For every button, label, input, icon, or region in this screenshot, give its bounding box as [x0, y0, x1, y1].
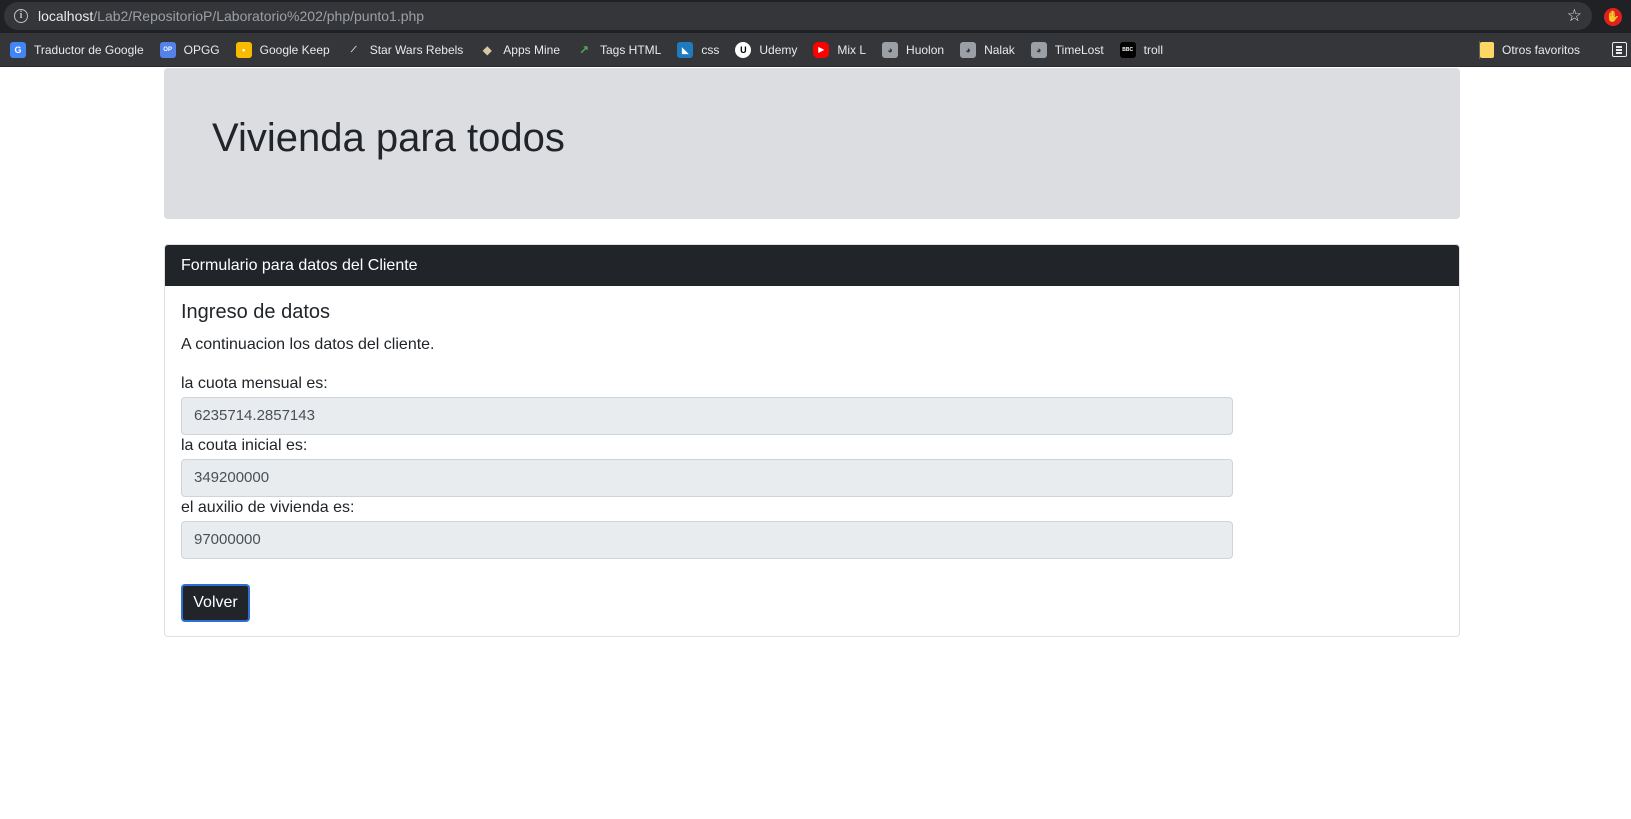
folder-icon — [1480, 41, 1494, 58]
site-info-icon[interactable]: i — [14, 9, 28, 23]
bookmark-label: OPGG — [183, 42, 220, 57]
cat-icon: ◕ — [960, 41, 977, 58]
css-icon: ◣ — [677, 41, 694, 58]
omnibox[interactable]: i localhost/Lab2/RepositorioP/Laboratori… — [4, 2, 1592, 30]
bookmark-label: Apps Mine — [503, 42, 560, 57]
google-translate-icon: G — [10, 41, 26, 58]
opgg-icon: OP — [159, 41, 176, 58]
bookmark-udemy[interactable]: U Udemy — [735, 41, 798, 58]
page-title: Vivienda para todos — [212, 116, 565, 160]
cat-icon: ◕ — [882, 41, 899, 58]
bookmark-label: Huolon — [906, 42, 945, 57]
housing-subsidy-field[interactable]: 97000000 — [181, 521, 1233, 559]
url-host: localhost — [38, 8, 94, 24]
monthly-fee-field[interactable]: 6235714.2857143 — [181, 397, 1233, 435]
bookmark-traductor[interactable]: G Traductor de Google — [10, 41, 144, 58]
bookmark-label: Nalak — [984, 42, 1015, 57]
bookmark-google-keep[interactable]: • Google Keep — [235, 41, 330, 58]
udemy-icon: U — [735, 41, 752, 58]
reading-list-icon[interactable] — [1612, 42, 1627, 57]
monthly-fee-label: la cuota mensual es: — [181, 375, 328, 392]
card-header: Formulario para datos del Cliente — [165, 245, 1459, 286]
bookmark-tags-html[interactable]: ↗ Tags HTML — [576, 42, 661, 58]
bookmark-troll[interactable]: BBC troll — [1119, 41, 1164, 58]
youtube-icon: ▶ — [813, 41, 830, 58]
bookmark-label: Otros favoritos — [1502, 42, 1581, 57]
bbc-icon: BBC — [1119, 41, 1136, 58]
bookmark-label: css — [701, 42, 720, 57]
bookmark-huolon[interactable]: ◕ Huolon — [882, 41, 945, 58]
bookmark-label: TimeLost — [1054, 42, 1104, 57]
bookmark-otros-favoritos[interactable]: Otros favoritos — [1480, 41, 1581, 58]
card-text: A continuacion los datos del cliente. — [181, 336, 435, 353]
bookmark-label: Udemy — [759, 42, 798, 57]
bookmark-label: Google Keep — [259, 42, 330, 57]
initial-fee-label: la couta inicial es: — [181, 437, 308, 454]
bookmark-label: Star Wars Rebels — [369, 42, 464, 57]
volver-button[interactable]: Volver — [181, 584, 250, 622]
client-data-card: Formulario para datos del Cliente Ingres… — [164, 244, 1460, 637]
bookmark-label: troll — [1143, 42, 1164, 57]
bookmark-label: Traductor de Google — [34, 42, 144, 57]
bookmarks-bar: G Traductor de Google OP OPGG • Google K… — [0, 33, 1631, 67]
browser-address-bar: i localhost/Lab2/RepositorioP/Laboratori… — [0, 0, 1631, 33]
bookmark-label: Mix L — [837, 42, 867, 57]
tags-html-icon: ↗ — [578, 42, 590, 57]
bookmark-star-wars[interactable]: ⟋ Star Wars Rebels — [346, 42, 464, 58]
jumbotron: Vivienda para todos — [164, 68, 1460, 219]
bookmark-label: Tags HTML — [600, 42, 662, 57]
extension-icon[interactable]: ✋ — [1604, 8, 1622, 26]
apps-mine-icon: ◆ — [482, 42, 492, 57]
bookmark-mix-l[interactable]: ▶ Mix L — [813, 41, 867, 58]
url-path: /Lab2/RepositorioP/Laboratorio%202/php/p… — [93, 8, 425, 24]
bookmark-timelost[interactable]: ◕ TimeLost — [1030, 41, 1104, 58]
card-title: Ingreso de datos — [181, 301, 330, 323]
star-wars-icon: ⟋ — [350, 44, 357, 54]
cat-icon: ◕ — [1030, 41, 1047, 58]
bookmark-nalak[interactable]: ◕ Nalak — [960, 41, 1015, 58]
housing-subsidy-label: el auxilio de vivienda es: — [181, 499, 355, 516]
initial-fee-field[interactable]: 349200000 — [181, 459, 1233, 497]
bookmark-star-icon[interactable]: ☆ — [1567, 7, 1582, 25]
bookmark-apps-mine[interactable]: ◆ Apps Mine — [479, 42, 560, 58]
bookmark-opgg[interactable]: OP OPGG — [159, 41, 220, 58]
bookmark-css[interactable]: ◣ css — [677, 41, 720, 58]
google-keep-icon: • — [235, 41, 252, 58]
url-text[interactable]: localhost/Lab2/RepositorioP/Laboratorio%… — [38, 8, 424, 24]
